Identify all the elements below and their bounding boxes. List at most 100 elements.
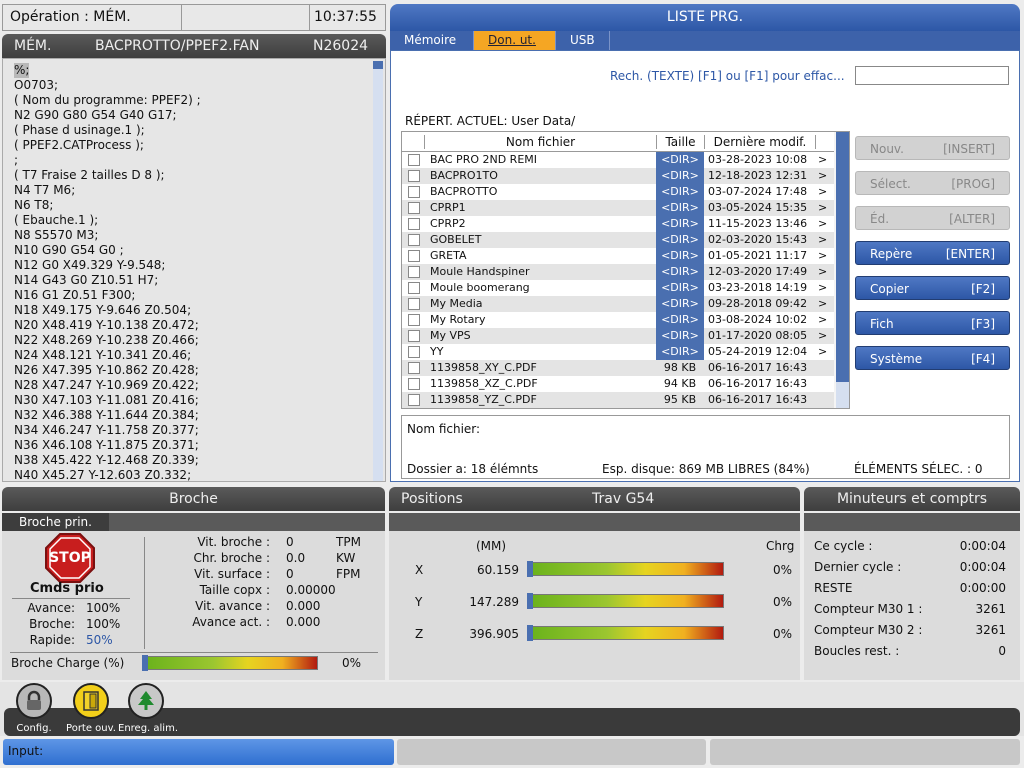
program-line[interactable]: %; bbox=[14, 63, 30, 78]
program-line[interactable]: ( Nom du programme: PPEF2) ; bbox=[14, 93, 201, 108]
col-size[interactable]: Taille bbox=[656, 135, 704, 149]
program-line[interactable]: ( Ebauche.1 ); bbox=[14, 213, 201, 228]
program-scrollbar[interactable] bbox=[373, 61, 383, 481]
program-line[interactable]: N8 S5570 M3; bbox=[14, 228, 201, 243]
file-row[interactable]: My VPS <DIR> 01-17-2020 08:05 > bbox=[402, 328, 834, 344]
program-line[interactable]: N14 G43 G0 Z10.51 H7; bbox=[14, 273, 201, 288]
program-path: BACPROTTO/PPEF2.FAN bbox=[95, 38, 260, 54]
lock-icon[interactable] bbox=[16, 683, 52, 719]
button-1[interactable]: Nouv. [INSERT] bbox=[855, 136, 1010, 160]
file-checkbox[interactable] bbox=[408, 362, 420, 374]
file-date: 03-07-2024 17:48 bbox=[708, 185, 808, 198]
file-row[interactable]: Moule boomerang <DIR> 03-23-2018 14:19 > bbox=[402, 280, 834, 296]
button-3[interactable]: Éd. [ALTER] bbox=[855, 206, 1010, 230]
file-checkbox[interactable] bbox=[408, 170, 420, 182]
program-line[interactable]: N4 T7 M6; bbox=[14, 183, 201, 198]
tree-icon[interactable] bbox=[128, 683, 164, 719]
file-date: 12-18-2023 12:31 bbox=[708, 169, 808, 182]
file-name: Moule boomerang bbox=[430, 281, 530, 294]
file-row[interactable]: CPRP1 <DIR> 03-05-2024 15:35 > bbox=[402, 200, 834, 216]
col-date[interactable]: Dernière modif. bbox=[704, 135, 816, 149]
program-editor[interactable]: %; O0703;( Nom du programme: PPEF2) ; N2 G… bbox=[2, 58, 386, 482]
button-7[interactable]: Système [F4] bbox=[855, 346, 1010, 370]
door-icon[interactable] bbox=[73, 683, 109, 719]
program-line[interactable]: N40 X45.27 Y-12.603 Z0.332; bbox=[14, 468, 201, 481]
program-line[interactable]: N30 X47.103 Y-11.081 Z0.416; bbox=[14, 393, 201, 408]
button-6[interactable]: Fich [F3] bbox=[855, 311, 1010, 335]
program-line[interactable]: N2 G90 G80 G54 G40 G17; bbox=[14, 108, 201, 123]
file-row[interactable]: GOBELET <DIR> 02-03-2020 15:43 > bbox=[402, 232, 834, 248]
file-row[interactable]: BACPROTTO <DIR> 03-07-2024 17:48 > bbox=[402, 184, 834, 200]
program-line[interactable]: ; bbox=[14, 153, 201, 168]
file-checkbox[interactable] bbox=[408, 250, 420, 262]
program-line[interactable]: N34 X46.247 Y-11.758 Z0.377; bbox=[14, 423, 201, 438]
file-row[interactable]: BAC PRO 2ND REMI <DIR> 03-28-2023 10:08 > bbox=[402, 152, 834, 168]
file-size: 98 KB bbox=[663, 361, 697, 374]
file-checkbox[interactable] bbox=[408, 346, 420, 358]
tab-usb[interactable]: USB bbox=[556, 31, 610, 50]
file-row[interactable]: Moule Handspiner <DIR> 12-03-2020 17:49 > bbox=[402, 264, 834, 280]
program-line[interactable]: N28 X47.247 Y-10.969 Z0.422; bbox=[14, 378, 201, 393]
program-line[interactable]: ( PPEF2.CATProcess ); bbox=[14, 138, 201, 153]
tab-broche-prin[interactable]: Broche prin. bbox=[2, 513, 109, 531]
program-line[interactable]: N36 X46.108 Y-11.875 Z0.371; bbox=[14, 438, 201, 453]
button-key: [F2] bbox=[971, 282, 995, 296]
file-row[interactable]: My Media <DIR> 09-28-2018 09:42 > bbox=[402, 296, 834, 312]
input-field[interactable]: Input: bbox=[3, 739, 394, 765]
button-2[interactable]: Sélect. [PROG] bbox=[855, 171, 1010, 195]
program-line[interactable]: N16 G1 Z0.51 F300; bbox=[14, 288, 201, 303]
col-name[interactable]: Nom fichier bbox=[424, 135, 656, 149]
program-line[interactable]: N20 X48.419 Y-10.138 Z0.472; bbox=[14, 318, 201, 333]
program-line[interactable]: N6 T8; bbox=[14, 198, 201, 213]
file-checkbox[interactable] bbox=[408, 298, 420, 310]
program-line[interactable]: O0703; bbox=[14, 78, 201, 93]
file-row[interactable]: YY <DIR> 05-24-2019 12:04 > bbox=[402, 344, 834, 360]
file-checkbox[interactable] bbox=[408, 394, 420, 406]
file-row[interactable]: BACPRO1TO <DIR> 12-18-2023 12:31 > bbox=[402, 168, 834, 184]
program-line[interactable]: N12 G0 X49.329 Y-9.548; bbox=[14, 258, 201, 273]
file-checkbox[interactable] bbox=[408, 314, 420, 326]
program-line[interactable]: N38 X45.422 Y-12.468 Z0.339; bbox=[14, 453, 201, 468]
file-checkbox[interactable] bbox=[408, 378, 420, 390]
button-4[interactable]: Repère [ENTER] bbox=[855, 241, 1010, 265]
search-input[interactable] bbox=[855, 66, 1009, 85]
file-row[interactable]: 1139858_XZ_C.PDF 94 KB 06-16-2017 16:43 bbox=[402, 376, 834, 392]
file-name: My VPS bbox=[430, 329, 471, 342]
program-line[interactable]: N24 X48.121 Y-10.341 Z0.46; bbox=[14, 348, 201, 363]
file-name: GRETA bbox=[430, 249, 467, 262]
program-line[interactable]: ( Phase d usinage.1 ); bbox=[14, 123, 201, 138]
file-row[interactable]: 1139858_YZ_C.PDF 95 KB 06-16-2017 16:43 bbox=[402, 392, 834, 408]
override-value: 50% bbox=[86, 633, 113, 647]
tab-don-ut[interactable]: Don. ut. bbox=[474, 31, 556, 50]
program-line[interactable]: N22 X48.269 Y-10.238 Z0.466; bbox=[14, 333, 201, 348]
program-line[interactable]: N18 X49.175 Y-9.646 Z0.504; bbox=[14, 303, 201, 318]
file-row[interactable]: 1139858_XY_C.PDF 98 KB 06-16-2017 16:43 bbox=[402, 360, 834, 376]
program-line[interactable]: ( T7 Fraise 2 tailles D 8 ); bbox=[14, 168, 201, 183]
file-row[interactable]: GRETA <DIR> 01-05-2021 11:17 > bbox=[402, 248, 834, 264]
list-header: LISTE PRG. bbox=[390, 4, 1020, 31]
disk-space: Esp. disque: 869 MB LIBRES (84%) bbox=[602, 462, 810, 476]
program-line[interactable]: N32 X46.388 Y-11.644 Z0.384; bbox=[14, 408, 201, 423]
file-table-scrollbar[interactable] bbox=[836, 132, 849, 408]
file-checkbox[interactable] bbox=[408, 154, 420, 166]
program-line[interactable]: N10 G90 G54 G0 ; bbox=[14, 243, 201, 258]
input-label: Input: bbox=[8, 744, 44, 758]
file-checkbox[interactable] bbox=[408, 234, 420, 246]
file-name: My Media bbox=[430, 297, 483, 310]
file-checkbox[interactable] bbox=[408, 330, 420, 342]
button-5[interactable]: Copier [F2] bbox=[855, 276, 1010, 300]
list-tabs: Mémoire Don. ut. USB bbox=[390, 31, 1020, 50]
file-checkbox[interactable] bbox=[408, 282, 420, 294]
file-checkbox[interactable] bbox=[408, 266, 420, 278]
stop-icon[interactable]: STOP bbox=[45, 533, 95, 583]
file-checkbox[interactable] bbox=[408, 218, 420, 230]
file-row[interactable]: My Rotary <DIR> 03-08-2024 10:02 > bbox=[402, 312, 834, 328]
file-row[interactable]: CPRP2 <DIR> 11-15-2023 13:46 > bbox=[402, 216, 834, 232]
program-line[interactable]: N26 X47.395 Y-10.862 Z0.428; bbox=[14, 363, 201, 378]
file-size: <DIR> bbox=[656, 264, 704, 280]
file-checkbox[interactable] bbox=[408, 202, 420, 214]
file-checkbox[interactable] bbox=[408, 186, 420, 198]
current-directory: RÉPERT. ACTUEL: User Data/ bbox=[405, 114, 576, 128]
timer-value: 0 bbox=[998, 644, 1006, 658]
tab-memoire[interactable]: Mémoire bbox=[390, 31, 474, 50]
